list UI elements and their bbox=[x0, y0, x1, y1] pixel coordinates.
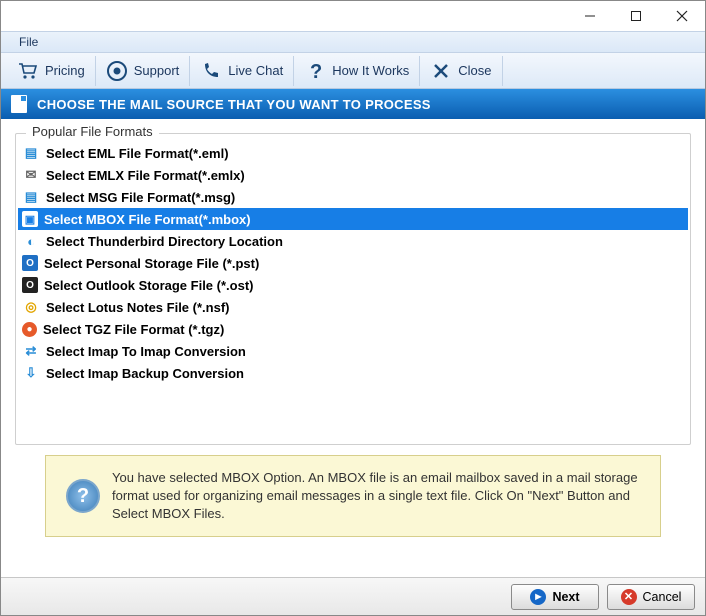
tgz-icon: ● bbox=[22, 322, 37, 337]
footer: ► Next ✕ Cancel bbox=[1, 577, 705, 615]
lotus-icon: ◎ bbox=[22, 299, 40, 315]
toolbar-support[interactable]: Support bbox=[96, 56, 191, 86]
list-item-imap-backup[interactable]: ⇩Select Imap Backup Conversion bbox=[18, 362, 688, 384]
toolbar-pricing[interactable]: Pricing bbox=[7, 56, 96, 86]
outlook-pst-icon: O bbox=[22, 255, 38, 271]
info-text: You have selected MBOX Option. An MBOX f… bbox=[112, 469, 640, 524]
toolbar-howitworks-label: How It Works bbox=[332, 63, 409, 78]
close-icon bbox=[430, 60, 452, 82]
support-icon bbox=[106, 60, 128, 82]
page-title: CHOOSE THE MAIL SOURCE THAT YOU WANT TO … bbox=[37, 97, 431, 112]
close-window-button[interactable] bbox=[659, 1, 705, 31]
toolbar-pricing-label: Pricing bbox=[45, 63, 85, 78]
list-item-mbox[interactable]: ▣Select MBOX File Format(*.mbox) bbox=[18, 208, 688, 230]
list-item-thunderbird[interactable]: ◐Select Thunderbird Directory Location bbox=[18, 230, 688, 252]
toolbar-livechat[interactable]: Live Chat bbox=[190, 56, 294, 86]
list-item-tgz[interactable]: ●Select TGZ File Format (*.tgz) bbox=[18, 318, 688, 340]
imap-backup-icon: ⇩ bbox=[22, 365, 40, 381]
cancel-button[interactable]: ✕ Cancel bbox=[607, 584, 695, 610]
toolbar-close-label: Close bbox=[458, 63, 491, 78]
group-title: Popular File Formats bbox=[26, 124, 159, 139]
thunderbird-icon: ◐ bbox=[22, 233, 40, 249]
list-item-pst[interactable]: OSelect Personal Storage File (*.pst) bbox=[18, 252, 688, 274]
outlook-ost-icon: O bbox=[22, 277, 38, 293]
arrow-right-icon: ► bbox=[530, 589, 546, 605]
next-button[interactable]: ► Next bbox=[511, 584, 599, 610]
msg-icon: ▤ bbox=[22, 189, 40, 205]
file-formats-group: Popular File Formats ▤Select EML File Fo… bbox=[15, 133, 691, 445]
question-icon: ? bbox=[304, 60, 326, 82]
list-item-emlx[interactable]: ✉Select EMLX File Format(*.emlx) bbox=[18, 164, 688, 186]
toolbar-close[interactable]: Close bbox=[420, 56, 502, 86]
list-item-ost[interactable]: OSelect Outlook Storage File (*.ost) bbox=[18, 274, 688, 296]
phone-icon bbox=[200, 60, 222, 82]
emlx-icon: ✉ bbox=[22, 167, 40, 183]
titlebar bbox=[1, 1, 705, 31]
toolbar-howitworks[interactable]: ? How It Works bbox=[294, 56, 420, 86]
document-icon bbox=[11, 95, 27, 113]
list-item-eml[interactable]: ▤Select EML File Format(*.eml) bbox=[18, 142, 688, 164]
mbox-icon: ▣ bbox=[22, 211, 38, 227]
menubar: File bbox=[1, 31, 705, 53]
menu-file[interactable]: File bbox=[11, 33, 46, 51]
toolbar-support-label: Support bbox=[134, 63, 180, 78]
body-area: Popular File Formats ▤Select EML File Fo… bbox=[1, 119, 705, 543]
imap-icon: ⇄ bbox=[22, 343, 40, 359]
cancel-icon: ✕ bbox=[621, 589, 637, 605]
info-panel: ? You have selected MBOX Option. An MBOX… bbox=[45, 455, 661, 537]
cart-icon bbox=[17, 60, 39, 82]
eml-icon: ▤ bbox=[22, 145, 40, 161]
svg-text:?: ? bbox=[310, 61, 322, 82]
page-header: CHOOSE THE MAIL SOURCE THAT YOU WANT TO … bbox=[1, 89, 705, 119]
list-item-imap-to-imap[interactable]: ⇄Select Imap To Imap Conversion bbox=[18, 340, 688, 362]
toolbar-livechat-label: Live Chat bbox=[228, 63, 283, 78]
maximize-button[interactable] bbox=[613, 1, 659, 31]
format-list: ▤Select EML File Format(*.eml) ✉Select E… bbox=[16, 134, 690, 386]
list-item-nsf[interactable]: ◎Select Lotus Notes File (*.nsf) bbox=[18, 296, 688, 318]
info-icon: ? bbox=[66, 479, 100, 513]
list-item-msg[interactable]: ▤Select MSG File Format(*.msg) bbox=[18, 186, 688, 208]
minimize-button[interactable] bbox=[567, 1, 613, 31]
toolbar: Pricing Support Live Chat ? How It Works… bbox=[1, 53, 705, 89]
